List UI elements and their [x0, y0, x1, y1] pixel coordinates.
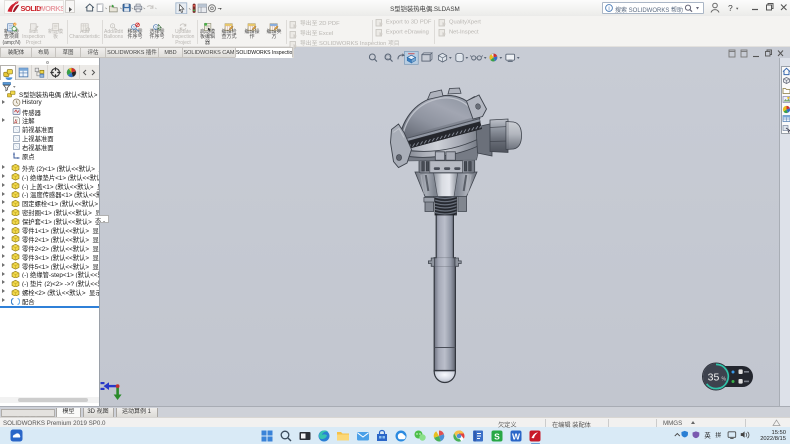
svg-text:?: ?	[728, 3, 733, 13]
svg-text:1: 1	[133, 25, 135, 30]
svg-text:%: %	[722, 377, 727, 383]
svg-text:1: 1	[155, 25, 157, 30]
svg-text:S: S	[494, 431, 500, 441]
svg-text:拼: 拼	[715, 431, 721, 439]
svg-text:35: 35	[708, 372, 720, 384]
svg-text:WORKS: WORKS	[39, 4, 64, 13]
svg-text:W: W	[512, 431, 521, 441]
svg-text:i: i	[608, 6, 609, 12]
svg-text:英: 英	[704, 431, 711, 440]
svg-text:1: 1	[111, 24, 113, 28]
